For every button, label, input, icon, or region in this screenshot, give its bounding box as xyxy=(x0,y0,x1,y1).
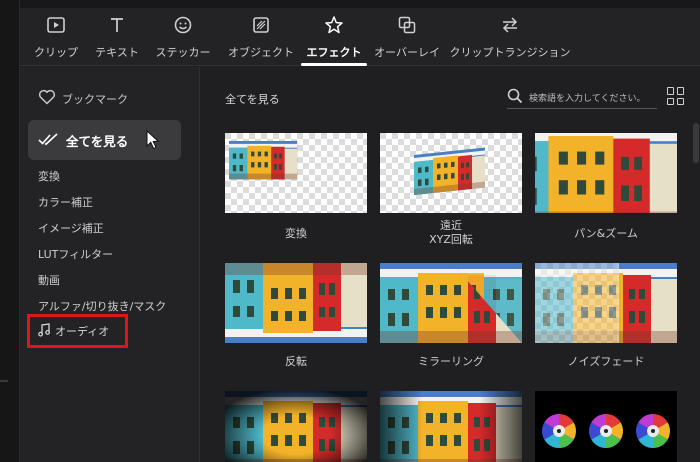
app-window: クリップ テキスト ステッカー オブジェクト エフェクト オーバーレイ クリップ… xyxy=(20,0,700,462)
clip-icon xyxy=(45,14,67,36)
effect-thumb-pan-zoom[interactable] xyxy=(535,133,677,213)
bookmark-item[interactable]: ブックマーク xyxy=(38,89,128,108)
sidebar-item-transform[interactable]: 変換 xyxy=(38,168,60,184)
text-icon xyxy=(106,14,128,36)
effect-label-transform: 変換 xyxy=(285,227,307,240)
tab-clip-transition[interactable]: クリップトランジション xyxy=(450,10,571,66)
overlay-icon xyxy=(396,14,418,36)
tab-sticker-label: ステッカー xyxy=(155,46,211,59)
effect-label-pan-zoom: パン&ズーム xyxy=(574,227,638,240)
sidebar-item-all-label: 全てを見る xyxy=(66,133,129,149)
double-check-icon xyxy=(38,131,58,150)
effect-thumb-perspective[interactable] xyxy=(380,133,522,213)
tab-text-label: テキスト xyxy=(95,46,139,59)
effect-label-flip: 反転 xyxy=(285,355,307,368)
mouse-cursor-icon xyxy=(146,129,160,154)
effect-thumb-dark-fade[interactable] xyxy=(380,391,522,462)
object-icon xyxy=(250,14,272,36)
tab-sticker[interactable]: ステッカー xyxy=(155,10,211,66)
effect-star-icon xyxy=(323,14,345,36)
effect-thumb-flip[interactable] xyxy=(225,263,367,343)
heart-icon xyxy=(38,89,56,108)
top-strip xyxy=(20,0,700,8)
effect-label-perspective-line2: XYZ回転 xyxy=(429,233,473,246)
tab-object[interactable]: オブジェクト xyxy=(228,10,294,66)
tab-object-label: オブジェクト xyxy=(228,46,294,59)
tab-clip[interactable]: クリップ xyxy=(34,10,78,66)
page-title: 全てを見る xyxy=(225,93,280,106)
sidebar-item-color-correction[interactable]: カラー補正 xyxy=(38,194,93,210)
left-edge-panel xyxy=(0,0,20,462)
effects-sidebar: ブックマーク 全てを見る 変換 カラー補正 イメージ補正 LUTフィルター 動画… xyxy=(20,67,200,462)
sidebar-item-audio-label: オーディオ xyxy=(55,325,110,338)
tab-clip-transition-label: クリップトランジション xyxy=(449,46,571,59)
tab-text[interactable]: テキスト xyxy=(95,10,139,66)
effects-panel: 全てを見る 検索語を入力してください。 変換 遠近 XYZ回転 パン&ズーム 反… xyxy=(201,67,700,462)
effect-label-mirroring: ミラーリング xyxy=(418,355,484,368)
tab-clip-label: クリップ xyxy=(34,46,78,59)
left-edge-mark xyxy=(0,380,8,382)
sidebar-item-lut-filter[interactable]: LUTフィルター xyxy=(38,246,113,262)
tab-overlay-label: オーバーレイ xyxy=(374,46,440,59)
sidebar-item-video[interactable]: 動画 xyxy=(38,272,60,288)
tab-effect[interactable]: エフェクト xyxy=(301,10,367,66)
effect-thumb-color-wheels[interactable] xyxy=(535,391,677,462)
transition-icon xyxy=(499,14,521,36)
search-icon xyxy=(507,88,523,108)
music-note-icon xyxy=(38,322,51,341)
scrollbar-thumb[interactable] xyxy=(693,123,699,163)
tab-overlay[interactable]: オーバーレイ xyxy=(374,10,440,66)
sidebar-item-alpha-mask[interactable]: アルファ/切り抜き/マスク xyxy=(38,298,166,314)
effect-label-perspective-line1: 遠近 xyxy=(440,219,462,232)
search-input[interactable]: 検索語を入力してください。 xyxy=(507,87,657,109)
grid-view-icon[interactable] xyxy=(667,87,685,105)
effect-thumb-mirroring[interactable] xyxy=(380,263,522,343)
effect-thumb-transform[interactable] xyxy=(225,133,367,213)
media-tab-bar: クリップ テキスト ステッカー オブジェクト エフェクト オーバーレイ クリップ… xyxy=(20,0,700,66)
tab-effect-label: エフェクト xyxy=(306,46,362,59)
sidebar-item-all[interactable]: 全てを見る xyxy=(28,120,181,160)
sidebar-item-audio[interactable]: オーディオ xyxy=(27,314,128,348)
active-tab-indicator xyxy=(301,63,367,66)
effect-thumb-noise-fade[interactable] xyxy=(535,263,677,343)
sidebar-item-image-correction[interactable]: イメージ補正 xyxy=(38,220,104,236)
search-placeholder: 検索語を入力してください。 xyxy=(529,94,646,104)
sticker-icon xyxy=(172,14,194,36)
effect-thumb-vignette[interactable] xyxy=(225,391,367,462)
effect-label-noise-fade: ノイズフェード xyxy=(567,355,645,368)
bookmark-label: ブックマーク xyxy=(62,92,128,106)
effect-label-perspective: 遠近 XYZ回転 xyxy=(380,219,522,247)
